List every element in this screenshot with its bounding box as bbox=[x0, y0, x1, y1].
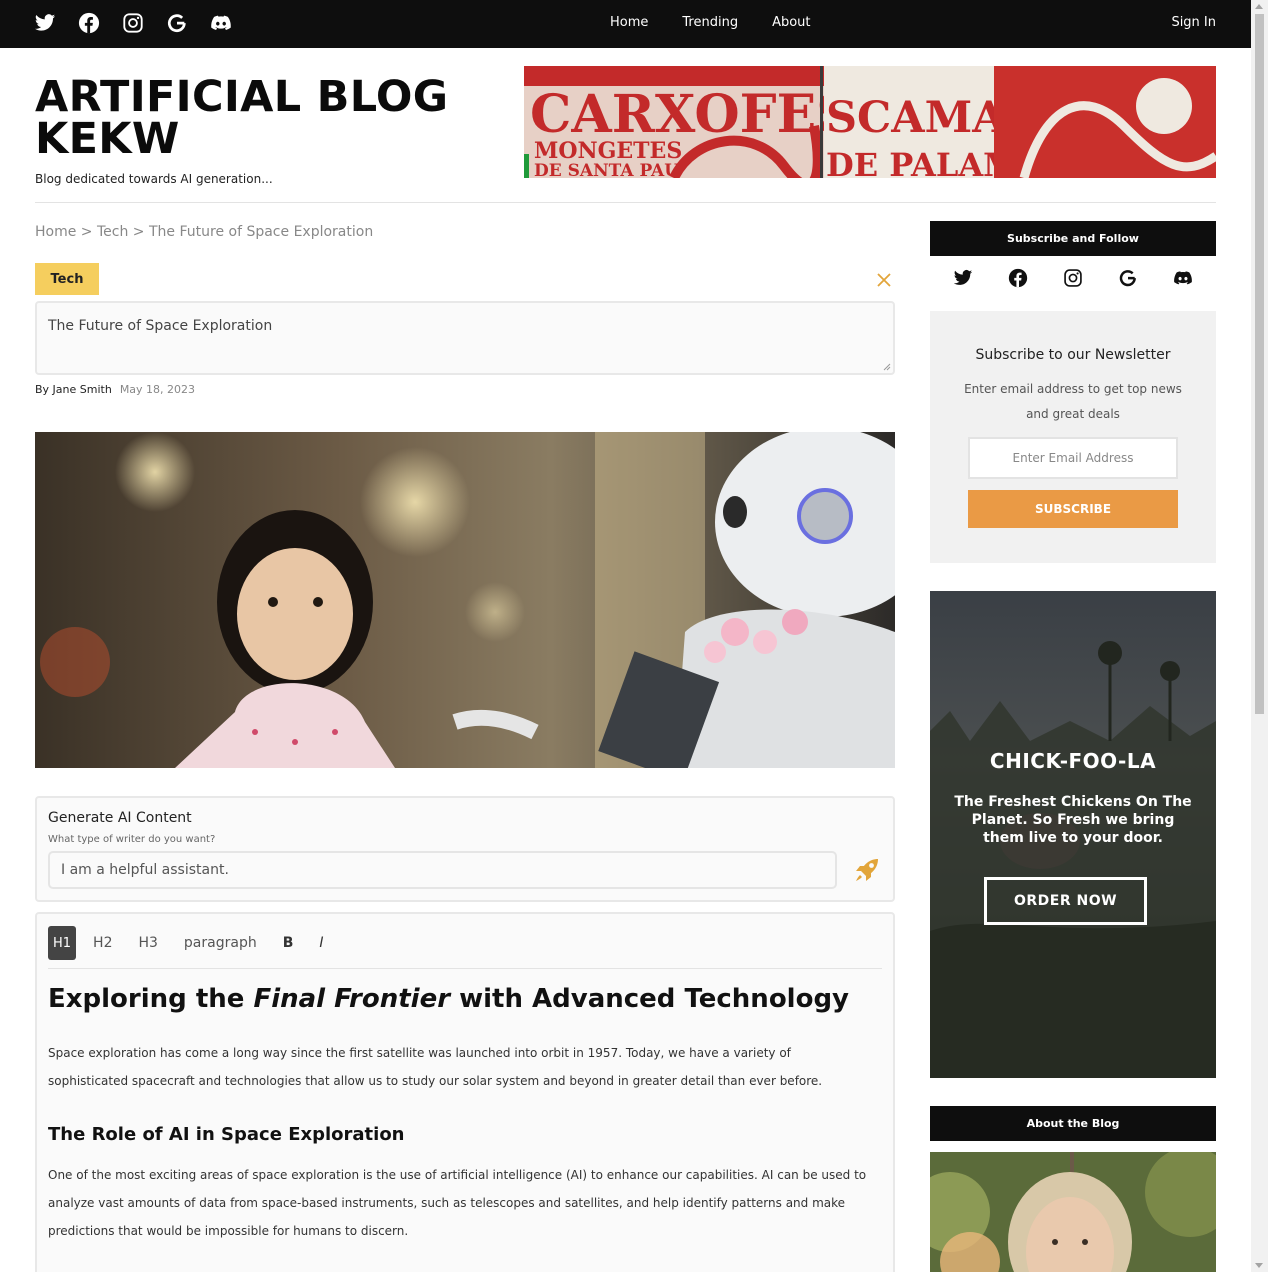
top-navbar: Home Trending About Sign In bbox=[0, 0, 1251, 48]
generate-ai-subtitle: What type of writer do you want? bbox=[48, 834, 216, 845]
scroll-up-arrow-icon[interactable] bbox=[1255, 4, 1263, 9]
heading-1-post: with Advanced Technology bbox=[450, 984, 850, 1014]
banner-text-carxofes: CARXOFES bbox=[530, 84, 854, 145]
sidebar-social-icons bbox=[930, 268, 1216, 288]
ad-title: CHICK-FOO-LA bbox=[989, 749, 1157, 773]
close-icon[interactable] bbox=[876, 272, 892, 288]
heading-1-emphasis: Final Frontier bbox=[253, 984, 451, 1014]
twitter-icon[interactable] bbox=[34, 12, 56, 34]
main-nav: Home Trending About bbox=[610, 15, 811, 30]
google-icon[interactable] bbox=[1118, 268, 1138, 288]
breadcrumb-current: The Future of Space Exploration bbox=[148, 224, 374, 240]
generate-ai-panel: Generate AI Content What type of writer … bbox=[35, 796, 895, 902]
newsletter-title: Subscribe to our Newsletter bbox=[975, 347, 1171, 363]
nav-trending-link[interactable]: Trending bbox=[682, 15, 738, 30]
newsletter-description: Enter email address to get top news and … bbox=[964, 382, 1182, 421]
facebook-icon[interactable] bbox=[78, 12, 100, 34]
toolbar-paragraph-button[interactable]: paragraph bbox=[175, 926, 266, 960]
about-illustration bbox=[930, 1152, 1216, 1272]
sign-in-link[interactable]: Sign In bbox=[1171, 15, 1216, 30]
top-social-icons bbox=[34, 12, 232, 34]
post-hero-image bbox=[35, 432, 895, 768]
instagram-icon[interactable] bbox=[1063, 268, 1083, 288]
nav-about-link[interactable]: About bbox=[772, 15, 810, 30]
post-date: May 18, 2023 bbox=[119, 383, 196, 396]
post-author[interactable]: By Jane Smith bbox=[35, 383, 112, 396]
hero-illustration bbox=[35, 432, 895, 768]
banner-text-santa-pau: DE SANTA PAU bbox=[534, 161, 679, 178]
ad-text: The Freshest Chickens On The Planet. So … bbox=[954, 794, 1192, 846]
resize-handle-icon[interactable] bbox=[883, 363, 891, 371]
post-title-value: The Future of Space Exploration bbox=[48, 318, 273, 334]
toolbar-h3-button[interactable]: H3 bbox=[129, 926, 166, 960]
breadcrumb: Home > Tech > The Future of Space Explor… bbox=[35, 224, 373, 240]
rich-text-editor[interactable]: H1 H2 H3 paragraph B I Exploring the Fin… bbox=[35, 912, 895, 1272]
editor-heading-2[interactable]: The Role of AI in Space Exploration bbox=[48, 1124, 405, 1145]
editor-toolbar: H1 H2 H3 paragraph B I bbox=[48, 926, 882, 969]
scrollbar-thumb[interactable] bbox=[1255, 14, 1264, 714]
sidebar-advertisement[interactable]: CHICK-FOO-LA The Freshest Chickens On Th… bbox=[930, 591, 1216, 1078]
discord-icon[interactable] bbox=[210, 12, 232, 34]
subscribe-follow-heading: Subscribe and Follow bbox=[930, 221, 1216, 256]
breadcrumb-home[interactable]: Home bbox=[35, 224, 76, 240]
editor-paragraph-1[interactable]: Space exploration has come a long way si… bbox=[48, 1039, 868, 1095]
editor-paragraph-2[interactable]: One of the most exciting areas of space … bbox=[48, 1161, 868, 1245]
rocket-icon[interactable] bbox=[853, 856, 881, 884]
breadcrumb-separator: > bbox=[132, 224, 145, 240]
page-scrollbar[interactable] bbox=[1251, 0, 1268, 1272]
header-banner-image[interactable]: CARXOFES MONGETES DE SANTA PAU SCAMARLAN… bbox=[524, 66, 1216, 178]
facebook-icon[interactable] bbox=[1008, 268, 1028, 288]
editor-heading-1[interactable]: Exploring the Final Frontier with Advanc… bbox=[48, 984, 849, 1014]
about-blog-heading: About the Blog bbox=[930, 1106, 1216, 1141]
breadcrumb-category[interactable]: Tech bbox=[97, 224, 128, 240]
toolbar-h2-button[interactable]: H2 bbox=[84, 926, 121, 960]
toolbar-h1-button[interactable]: H1 bbox=[48, 926, 77, 960]
subscribe-button[interactable]: SUBSCRIBE bbox=[968, 490, 1178, 528]
site-tagline: Blog dedicated towards AI generation... bbox=[35, 172, 273, 186]
instagram-icon[interactable] bbox=[122, 12, 144, 34]
google-icon[interactable] bbox=[166, 12, 188, 34]
header-divider bbox=[35, 202, 1216, 203]
scroll-down-arrow-icon[interactable] bbox=[1255, 1263, 1263, 1268]
toolbar-italic-button[interactable]: I bbox=[310, 926, 332, 960]
post-byline: By Jane Smith May 18, 2023 bbox=[35, 383, 195, 396]
post-title-textarea[interactable]: The Future of Space Exploration bbox=[35, 301, 895, 375]
writer-type-input[interactable]: I am a helpful assistant. bbox=[48, 851, 837, 889]
generate-ai-title: Generate AI Content bbox=[48, 810, 192, 826]
newsletter-email-input[interactable]: Enter Email Address bbox=[968, 437, 1178, 479]
banner-illustration: CARXOFES MONGETES DE SANTA PAU SCAMARLAN… bbox=[524, 66, 1216, 178]
toolbar-bold-button[interactable]: B bbox=[274, 926, 303, 960]
twitter-icon[interactable] bbox=[953, 268, 973, 288]
order-now-button[interactable]: ORDER NOW bbox=[984, 877, 1147, 925]
newsletter-panel: Subscribe to our Newsletter Enter email … bbox=[930, 311, 1216, 563]
nav-home-link[interactable]: Home bbox=[610, 15, 648, 30]
heading-1-pre: Exploring the bbox=[48, 984, 254, 1014]
site-title[interactable]: ARTIFICIAL BLOG KEKW bbox=[35, 76, 475, 161]
about-blog-image bbox=[930, 1152, 1216, 1272]
category-badge[interactable]: Tech bbox=[35, 263, 99, 295]
breadcrumb-separator: > bbox=[80, 224, 93, 240]
discord-icon[interactable] bbox=[1173, 268, 1193, 288]
